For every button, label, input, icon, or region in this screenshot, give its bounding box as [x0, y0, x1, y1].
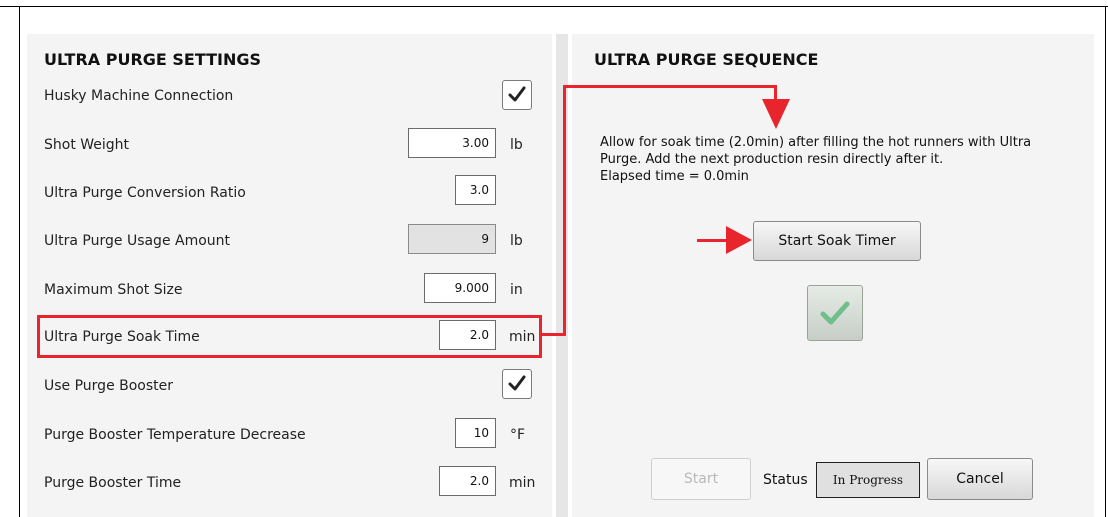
use-purge-booster-checkbox[interactable] [502, 369, 532, 399]
soak-instructions-line-2: Purge. Add the next production resin dir… [600, 152, 944, 167]
checkmark-icon [508, 86, 526, 102]
conversion-ratio-field[interactable]: 3.0 [455, 175, 496, 205]
usage-amount-field: 9 [408, 224, 496, 254]
cancel-button[interactable]: Cancel [927, 458, 1033, 500]
booster-temp-decrease-unit: °F [510, 427, 526, 443]
checkmark-icon [508, 375, 526, 391]
checkmark-icon [820, 301, 850, 325]
husky-connection-label: Husky Machine Connection [44, 88, 234, 104]
max-shot-size-field[interactable]: 9.000 [424, 273, 496, 303]
booster-time-field[interactable]: 2.0 [439, 466, 496, 496]
booster-time-label: Purge Booster Time [44, 475, 182, 491]
usage-amount-label: Ultra Purge Usage Amount [44, 233, 231, 249]
soak-complete-indicator [807, 285, 863, 341]
arrow-right-icon [726, 226, 752, 254]
soak-time-unit: min [509, 329, 536, 345]
annotation-connector-vertical [563, 85, 566, 336]
conversion-ratio-label: Ultra Purge Conversion Ratio [44, 185, 246, 201]
booster-temp-decrease-label: Purge Booster Temperature Decrease [44, 427, 306, 443]
husky-connection-checkbox[interactable] [502, 80, 532, 110]
booster-temp-decrease-field[interactable]: 10 [455, 418, 496, 448]
soak-time-field[interactable]: 2.0 [439, 320, 496, 350]
elapsed-time: Elapsed time = 0.0min [600, 169, 749, 184]
annotation-connector-horizontal [540, 333, 565, 336]
max-shot-size-unit: in [510, 282, 523, 298]
shot-weight-label: Shot Weight [44, 137, 130, 153]
use-purge-booster-label: Use Purge Booster [44, 378, 174, 394]
sequence-title: ULTRA PURGE SEQUENCE [594, 50, 819, 69]
status-value: In Progress [816, 462, 920, 498]
booster-time-unit: min [509, 475, 536, 491]
start-button[interactable]: Start [651, 458, 751, 500]
shot-weight-field[interactable]: 3.00 [408, 128, 496, 158]
soak-instructions-line-1: Allow for soak time (2.0min) after filli… [600, 135, 1032, 150]
frame-border-top [0, 6, 1108, 7]
shot-weight-unit: lb [510, 137, 523, 153]
sequence-panel [572, 34, 1094, 517]
start-soak-timer-button[interactable]: Start Soak Timer [753, 221, 921, 261]
max-shot-size-label: Maximum Shot Size [44, 282, 183, 298]
soak-time-label: Ultra Purge Soak Time [44, 329, 200, 345]
usage-amount-unit: lb [510, 233, 523, 249]
soak-instructions: Allow for soak time (2.0min) after filli… [600, 134, 1080, 185]
frame-border-right [1105, 6, 1106, 517]
frame-border-left [19, 6, 20, 517]
arrow-down-icon [762, 99, 790, 129]
annotation-connector-top [563, 85, 777, 88]
status-label: Status [763, 472, 808, 488]
panel-divider [556, 34, 568, 517]
settings-title: ULTRA PURGE SETTINGS [44, 50, 262, 69]
